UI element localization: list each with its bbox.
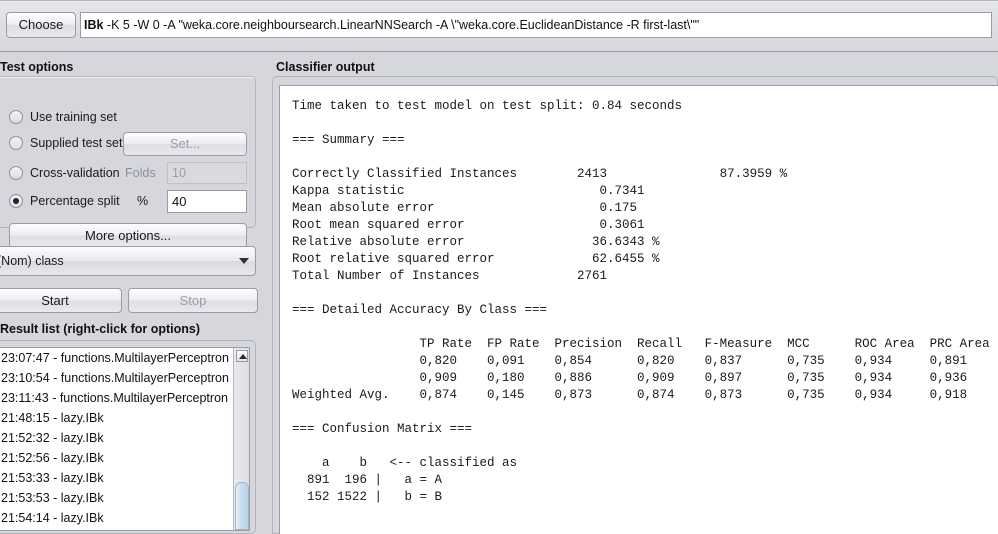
classifier-output-group: Time taken to test model on test split: … [272, 76, 998, 534]
right-panel: Classifier output Time taken to test mod… [272, 52, 998, 534]
set-button[interactable]: Set... [123, 132, 247, 156]
classifier-output-content: Time taken to test model on test split: … [292, 99, 990, 504]
radio-label-percentage-split: Percentage split [30, 194, 120, 208]
result-list-scrollbar[interactable] [233, 348, 249, 530]
test-options-group: Use training set Supplied test set Set..… [0, 76, 256, 248]
result-list[interactable]: 23:07:47 - functions.MultilayerPerceptro… [0, 347, 250, 531]
chevron-down-icon [239, 258, 249, 264]
left-panel: Test options Use training set Supplied t… [0, 52, 268, 534]
radio-icon-percentage-split [9, 194, 23, 208]
list-item[interactable]: 23:07:47 - functions.MultilayerPerceptro… [0, 348, 249, 368]
result-list-title: Result list (right-click for options) [0, 322, 201, 336]
classifier-name: IBk [84, 18, 104, 32]
scrollbar-thumb[interactable] [235, 482, 249, 530]
test-options-title: Test options [0, 60, 74, 74]
class-attribute-selected-value: (Nom) class [0, 254, 64, 268]
list-item[interactable]: 21:52:56 - lazy.IBk [0, 448, 249, 468]
radio-label-use-training-set: Use training set [30, 110, 117, 124]
result-list-group: 23:07:47 - functions.MultilayerPerceptro… [0, 340, 256, 534]
list-item[interactable]: 23:11:43 - functions.MultilayerPerceptro… [0, 388, 249, 408]
radio-label-cross-validation: Cross-validation [30, 166, 120, 180]
list-item[interactable]: 21:53:33 - lazy.IBk [0, 468, 249, 488]
list-item[interactable]: 21:52:32 - lazy.IBk [0, 428, 249, 448]
weka-explorer-classify-panel: Choose IBk -K 5 -W 0 -A "weka.core.neigh… [0, 0, 998, 534]
radio-icon-cross-validation [9, 166, 23, 180]
radio-icon-use-training-set [9, 110, 23, 124]
list-item[interactable]: 21:53:53 - lazy.IBk [0, 488, 249, 508]
start-button[interactable]: Start [0, 288, 122, 313]
scroll-up-arrow-icon[interactable] [236, 350, 248, 362]
class-attribute-select[interactable]: (Nom) class [0, 246, 256, 276]
classifier-output-title: Classifier output [276, 60, 375, 74]
folds-input[interactable]: 10 [167, 162, 247, 184]
classifier-command-field[interactable]: IBk -K 5 -W 0 -A "weka.core.neighboursea… [80, 12, 992, 38]
stop-button[interactable]: Stop [128, 288, 258, 313]
choose-button[interactable]: Choose [6, 12, 76, 38]
radio-icon-supplied-test-set [9, 136, 23, 150]
list-item[interactable]: 23:10:54 - functions.MultilayerPerceptro… [0, 368, 249, 388]
classifier-chooser-bar: Choose IBk -K 5 -W 0 -A "weka.core.neigh… [0, 0, 998, 52]
more-options-button[interactable]: More options... [9, 223, 247, 248]
percent-label: % [137, 194, 149, 208]
classifier-output-textarea[interactable]: Time taken to test model on test split: … [279, 85, 998, 534]
percent-split-input[interactable]: 40 [167, 190, 247, 213]
list-item[interactable]: 21:48:15 - lazy.IBk [0, 408, 249, 428]
folds-label: Folds [125, 166, 156, 180]
radio-label-supplied-test-set: Supplied test set [30, 136, 123, 150]
classifier-options: -K 5 -W 0 -A "weka.core.neighboursearch.… [103, 18, 700, 32]
list-item[interactable]: 21:54:14 - lazy.IBk [0, 508, 249, 528]
